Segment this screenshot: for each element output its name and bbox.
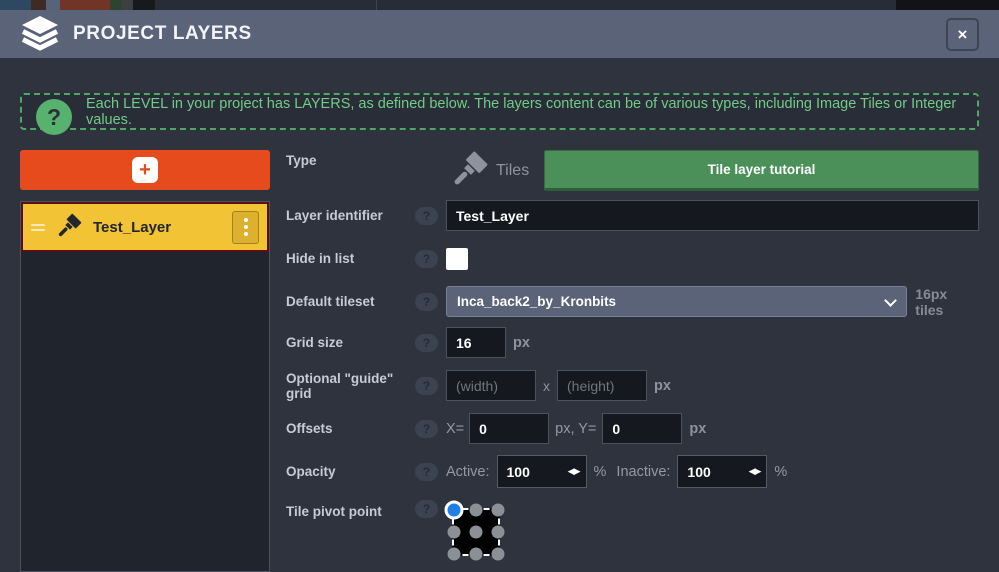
pivot-point-bottom-right[interactable] bbox=[492, 548, 505, 561]
default-tileset-label: Default tileset bbox=[286, 294, 415, 309]
hide-in-list-checkbox[interactable] bbox=[446, 248, 468, 270]
add-layer-button[interactable]: + bbox=[20, 150, 270, 190]
grid-size-row: Grid size ? px bbox=[286, 327, 979, 358]
type-row: Type Tiles Tile layer tutorial bbox=[286, 150, 979, 191]
pivot-point-middle-right[interactable] bbox=[492, 526, 505, 539]
opacity-active-unit: % bbox=[594, 464, 607, 480]
pivot-label: Tile pivot point bbox=[286, 500, 415, 519]
layers-icon bbox=[20, 14, 60, 54]
pivot-point-center[interactable] bbox=[470, 526, 483, 539]
help-icon[interactable]: ? bbox=[415, 500, 438, 518]
pivot-point-bottom-center[interactable] bbox=[470, 548, 483, 561]
opacity-inactive-label: Inactive: bbox=[616, 464, 670, 480]
layer-type-indicator: Tiles bbox=[446, 150, 544, 191]
tileset-size-text: 16px tiles bbox=[915, 286, 979, 318]
pivot-point-top-left[interactable] bbox=[445, 501, 464, 520]
default-tileset-select[interactable]: Inca_back2_by_Kronbits bbox=[446, 286, 907, 317]
backdrop-tab bbox=[60, 0, 110, 10]
identifier-row: Layer identifier ? bbox=[286, 200, 979, 231]
backdrop-tab bbox=[122, 0, 133, 10]
help-icon[interactable]: ? bbox=[415, 334, 438, 352]
offset-x-prefix: X= bbox=[446, 421, 464, 437]
help-icon[interactable]: ? bbox=[415, 250, 438, 268]
guide-grid-width-input[interactable] bbox=[446, 370, 536, 401]
brush-icon bbox=[53, 212, 83, 242]
stepper-arrows-icon[interactable]: ◀▶ bbox=[568, 466, 586, 477]
layer-name: Test_Layer bbox=[93, 219, 232, 236]
pivot-point-middle-left[interactable] bbox=[448, 526, 461, 539]
close-icon: × bbox=[958, 26, 968, 43]
plus-icon: + bbox=[132, 157, 158, 183]
app-background-strip bbox=[0, 0, 999, 10]
opacity-active-input[interactable]: 100 ◀▶ bbox=[497, 455, 587, 488]
chevron-down-icon bbox=[884, 294, 897, 307]
pivot-point-top-center[interactable] bbox=[470, 504, 483, 517]
backdrop-tab bbox=[31, 0, 46, 10]
help-icon[interactable]: ? bbox=[415, 293, 438, 311]
backdrop-bar bbox=[155, 0, 376, 10]
guide-grid-row: Optional "guide" grid ? x px bbox=[286, 370, 979, 401]
hide-in-list-label: Hide in list bbox=[286, 251, 415, 266]
layers-sidebar: + Test_Layer bbox=[20, 150, 270, 572]
offsets-row: Offsets ? X= px, Y= px bbox=[286, 413, 979, 444]
opacity-inactive-value: 100 bbox=[678, 464, 710, 480]
hide-in-list-row: Hide in list ? bbox=[286, 247, 979, 270]
grid-size-label: Grid size bbox=[286, 335, 415, 350]
dialog-header: PROJECT LAYERS × bbox=[0, 10, 999, 58]
opacity-label: Opacity bbox=[286, 464, 415, 479]
guide-grid-unit: px bbox=[654, 378, 671, 394]
default-tileset-row: Default tileset ? Inca_back2_by_Kronbits… bbox=[286, 286, 979, 317]
offset-mid-text: px, Y= bbox=[555, 421, 596, 437]
backdrop-bar bbox=[377, 0, 896, 10]
default-tileset-value: Inca_back2_by_Kronbits bbox=[457, 294, 616, 309]
backdrop-tab bbox=[110, 0, 122, 10]
type-label: Type bbox=[286, 150, 415, 168]
close-button[interactable]: × bbox=[946, 18, 979, 51]
opacity-inactive-unit: % bbox=[774, 464, 787, 480]
offset-x-input[interactable] bbox=[469, 413, 549, 444]
layer-settings-form: Type Tiles Tile layer tutorial Layer ide… bbox=[286, 150, 979, 572]
tile-pivot-widget bbox=[452, 508, 500, 556]
guide-grid-separator: x bbox=[543, 378, 550, 394]
info-banner-text: Each LEVEL in your project has LAYERS, a… bbox=[22, 96, 977, 128]
page-title: PROJECT LAYERS bbox=[73, 23, 946, 45]
pivot-point-bottom-left[interactable] bbox=[448, 548, 461, 561]
offset-y-input[interactable] bbox=[602, 413, 682, 444]
opacity-row: Opacity ? Active: 100 ◀▶ % Inactive: 100… bbox=[286, 455, 979, 488]
offsets-label: Offsets bbox=[286, 421, 415, 436]
info-banner: ? Each LEVEL in your project has LAYERS,… bbox=[20, 93, 979, 130]
help-icon[interactable]: ? bbox=[415, 207, 438, 225]
tile-layer-tutorial-button[interactable]: Tile layer tutorial bbox=[544, 150, 979, 191]
guide-grid-label: Optional "guide" grid bbox=[286, 371, 415, 401]
backdrop-bar bbox=[896, 0, 999, 10]
help-icon[interactable]: ? bbox=[415, 463, 438, 481]
layer-list: Test_Layer bbox=[20, 201, 270, 572]
opacity-active-value: 100 bbox=[498, 464, 530, 480]
grid-size-input[interactable] bbox=[446, 327, 506, 358]
layer-list-item[interactable]: Test_Layer bbox=[21, 202, 269, 252]
plus-glyph: + bbox=[139, 159, 151, 182]
help-circle-icon: ? bbox=[36, 99, 72, 135]
offsets-unit: px bbox=[689, 421, 706, 437]
backdrop-tab bbox=[133, 0, 155, 10]
pivot-point-top-right[interactable] bbox=[492, 504, 505, 517]
stepper-arrows-icon[interactable]: ◀▶ bbox=[749, 466, 767, 477]
layer-context-menu-button[interactable] bbox=[232, 211, 259, 244]
drag-handle-icon[interactable] bbox=[31, 221, 45, 234]
question-glyph: ? bbox=[47, 104, 61, 131]
tiles-brush-icon bbox=[446, 149, 490, 193]
project-layers-window: PROJECT LAYERS × ? Each LEVEL in your pr… bbox=[0, 0, 999, 572]
backdrop-tab bbox=[46, 0, 60, 10]
opacity-inactive-input[interactable]: 100 ◀▶ bbox=[677, 455, 767, 488]
grid-size-unit: px bbox=[513, 335, 530, 351]
identifier-label: Layer identifier bbox=[286, 208, 415, 223]
help-icon[interactable]: ? bbox=[415, 377, 438, 395]
guide-grid-height-input[interactable] bbox=[557, 370, 647, 401]
pivot-row: Tile pivot point ? bbox=[286, 500, 979, 556]
backdrop-tab bbox=[0, 0, 31, 10]
opacity-active-label: Active: bbox=[446, 464, 490, 480]
layer-type-value: Tiles bbox=[496, 162, 529, 180]
help-icon[interactable]: ? bbox=[415, 420, 438, 438]
layer-identifier-input[interactable] bbox=[446, 200, 979, 231]
